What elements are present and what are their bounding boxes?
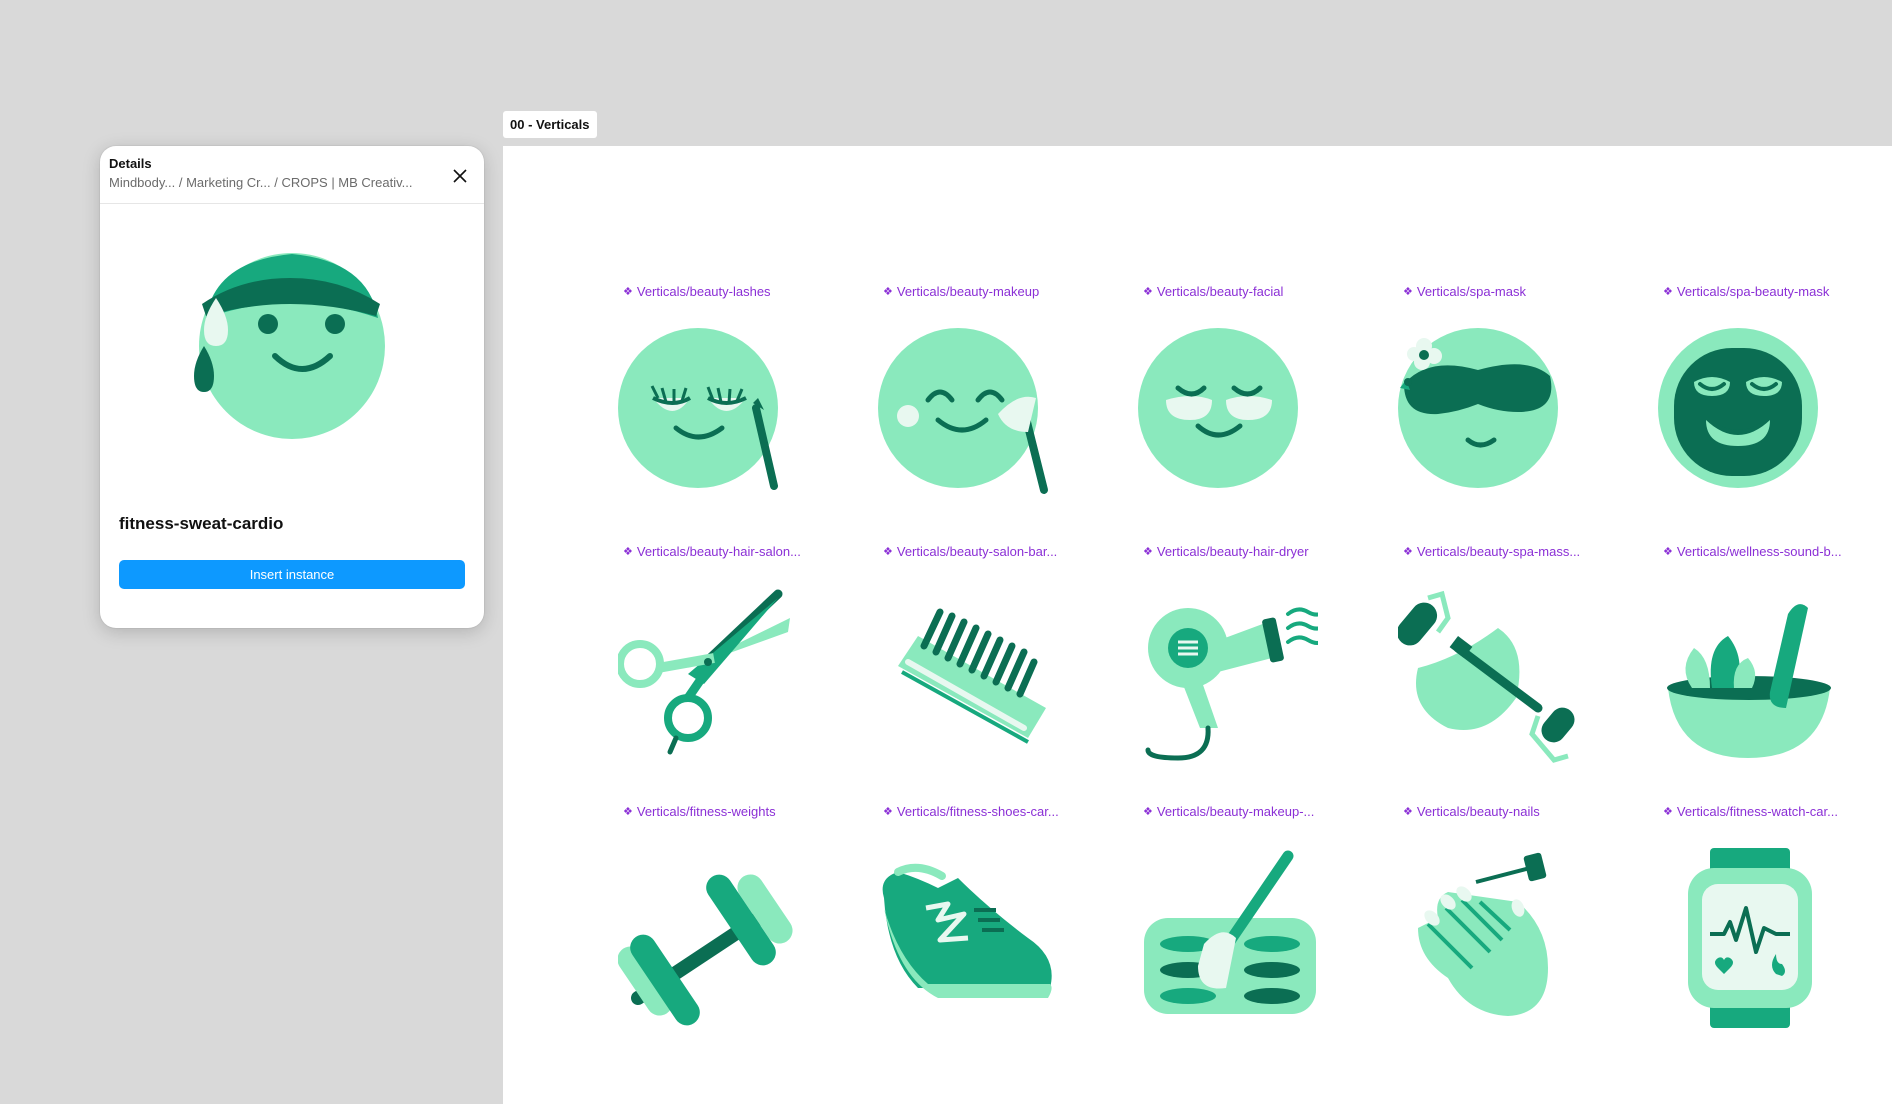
component-cell[interactable]: ❖ Verticals/fitness-watch-car... — [1548, 666, 1838, 1028]
close-button[interactable] — [448, 164, 472, 188]
details-title: Details — [109, 156, 152, 171]
component-label-text: Verticals/beauty-facial — [1156, 284, 1284, 299]
component-icon: ❖ — [1663, 546, 1673, 558]
component-icon: ❖ — [1663, 286, 1673, 298]
details-panel: Details Mindbody... / Marketing Cr... / … — [100, 146, 484, 628]
component-icon: ❖ — [1143, 806, 1153, 818]
component-label-text: Verticals/beauty-hair-dryer — [1156, 544, 1309, 559]
component-label-text: Verticals/spa-mask — [1416, 284, 1526, 299]
component-label-text: Verticals/beauty-lashes — [636, 284, 771, 299]
component-icon: ❖ — [883, 806, 893, 818]
canvas-frame[interactable]: ❖ Verticals/beauty-lashes ❖ Verticals/beau… — [503, 146, 1892, 1104]
component-label[interactable]: ❖ Verticals/fitness-watch-car... — [1663, 804, 1892, 819]
component-icon: ❖ — [1663, 806, 1673, 818]
component-icon: ❖ — [623, 806, 633, 818]
component-label[interactable]: ❖ Verticals/wellness-sound-b... — [1663, 544, 1892, 559]
breadcrumb-item[interactable]: / CROPS | MB Creativ... — [274, 175, 412, 190]
details-header: Details Mindbody... / Marketing Cr... / … — [100, 146, 484, 204]
fitness-watch-icon — [1688, 848, 1812, 1028]
component-cell[interactable]: ❖ Verticals/beauty-salon-bar... — [768, 406, 1057, 744]
component-cell[interactable]: ❖ Verticals/beauty-nails — [1288, 666, 1548, 1016]
component-label-text: Verticals/fitness-weights — [636, 804, 776, 819]
component-label-text: Verticals/spa-beauty-mask — [1676, 284, 1830, 299]
component-cell[interactable]: ❖ Verticals/spa-mask — [1288, 146, 1558, 488]
component-cell[interactable]: ❖ Verticals/beauty-lashes — [508, 146, 778, 490]
component-icon: ❖ — [1143, 286, 1153, 298]
component-label-text: Verticals/fitness-watch-car... — [1676, 804, 1838, 819]
component-cell[interactable]: ❖ Verticals/beauty-facial — [1028, 146, 1298, 488]
component-label[interactable]: ❖ Verticals/spa-beauty-mask — [1663, 284, 1892, 299]
component-cell[interactable]: ❖ Verticals/fitness-weights — [508, 666, 793, 1026]
fitness-sweat-cardio-preview — [194, 253, 385, 439]
component-label-text: Verticals/beauty-nails — [1416, 804, 1540, 819]
component-cell[interactable]: ❖ Verticals/beauty-hair-salon... — [508, 406, 801, 755]
component-label-text: Verticals/wellness-sound-b... — [1676, 544, 1842, 559]
component-icon: ❖ — [883, 546, 893, 558]
component-icon: ❖ — [623, 286, 633, 298]
component-label-text: Verticals/beauty-makeup — [896, 284, 1040, 299]
component-icon: ❖ — [1403, 806, 1413, 818]
close-icon — [453, 169, 467, 183]
component-cell[interactable]: ❖ Verticals/beauty-spa-mass... — [1288, 406, 1580, 763]
component-cell[interactable]: ❖ Verticals/beauty-makeup — [768, 146, 1048, 494]
component-icon: ❖ — [1403, 286, 1413, 298]
component-icon: ❖ — [883, 286, 893, 298]
frame-label[interactable]: 00 - Verticals — [503, 111, 597, 138]
breadcrumb: Mindbody... / Marketing Cr... / CROPS | … — [109, 175, 412, 190]
breadcrumb-item[interactable]: / Marketing Cr... — [179, 175, 271, 190]
component-icon: ❖ — [1403, 546, 1413, 558]
component-cell[interactable]: ❖ Verticals/wellness-sound-b... — [1548, 406, 1842, 758]
component-icon: ❖ — [1143, 546, 1153, 558]
component-icon: ❖ — [623, 546, 633, 558]
component-cell[interactable]: ❖ Verticals/fitness-shoes-car... — [768, 666, 1059, 998]
component-grid: ❖ Verticals/beauty-lashes ❖ Verticals/beau… — [503, 146, 1892, 1104]
component-name: fitness-sweat-cardio — [119, 514, 284, 533]
component-cell[interactable]: ❖ Verticals/spa-beauty-mask — [1548, 146, 1829, 488]
component-cell[interactable]: ❖ Verticals/beauty-makeup-... — [1028, 666, 1316, 1014]
component-cell[interactable]: ❖ Verticals/beauty-hair-dryer — [1028, 406, 1330, 761]
breadcrumb-item[interactable]: Mindbody... — [109, 175, 175, 190]
insert-instance-button[interactable]: Insert instance — [119, 560, 465, 589]
